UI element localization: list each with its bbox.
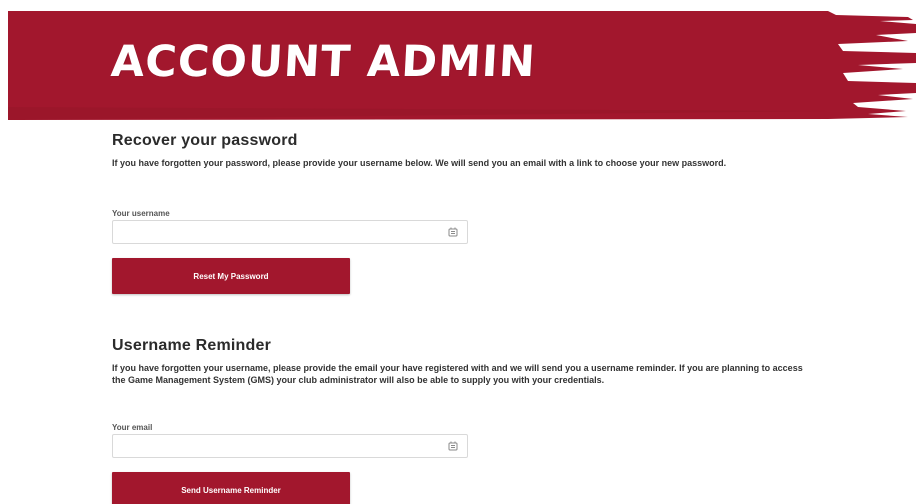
autofill-icon[interactable] xyxy=(447,440,459,452)
recover-password-heading: Recover your password xyxy=(112,132,298,149)
email-input[interactable] xyxy=(113,435,433,457)
username-input[interactable] xyxy=(113,221,433,243)
username-reminder-section: Username Reminder If you have forgotten … xyxy=(112,337,816,504)
username-field-wrapper xyxy=(112,220,468,244)
header-banner: ACCOUNT ADMIN xyxy=(8,11,916,120)
username-reminder-description: If you have forgotten your username, ple… xyxy=(112,363,803,385)
recover-password-section: Recover your password If you have forgot… xyxy=(112,132,812,294)
reset-password-button[interactable]: Reset My Password xyxy=(112,258,350,294)
recover-password-description: If you have forgotten your password, ple… xyxy=(112,158,727,168)
autofill-icon[interactable] xyxy=(447,226,459,238)
account-admin-page: ACCOUNT ADMIN Recover your password If y… xyxy=(0,0,916,504)
email-label: Your email xyxy=(112,423,153,432)
username-label: Your username xyxy=(112,209,170,218)
page-title: ACCOUNT ADMIN xyxy=(109,37,538,87)
send-username-reminder-button[interactable]: Send Username Reminder xyxy=(112,472,350,504)
email-field-wrapper xyxy=(112,434,468,458)
username-reminder-heading: Username Reminder xyxy=(112,337,272,354)
